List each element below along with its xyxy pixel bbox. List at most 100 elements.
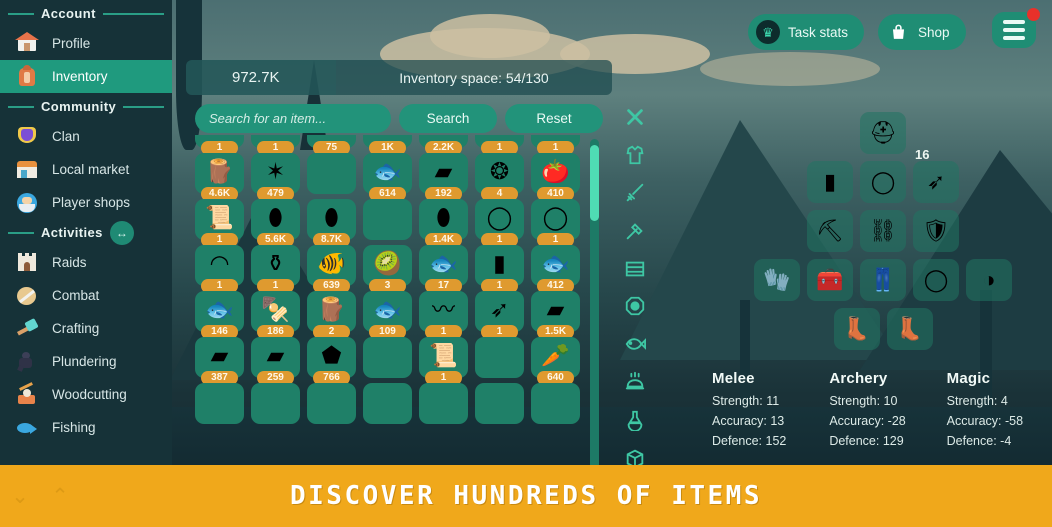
sidebar-item-inventory[interactable]: Inventory (0, 60, 172, 93)
equipment-panel[interactable]: ⛑ ▮ ◯ ➶ 16 ⛏ ⛓ 🛡 🧤 🧰 👖 ◯ ◑ 👢 👢 (728, 112, 1038, 350)
inventory-slot[interactable]: ◯ 1 (531, 199, 580, 247)
inventory-slot[interactable]: 1 (251, 135, 300, 155)
inventory-slot[interactable]: 〰 1 (419, 291, 468, 339)
inventory-scrollbar[interactable] (590, 139, 599, 469)
inventory-slot[interactable]: 1 (531, 135, 580, 155)
tool-belt-slot[interactable]: 🧰 (807, 259, 853, 301)
copper-ore-icon: ⬮ (268, 204, 283, 230)
task-stats-button[interactable]: ♛ Task stats (748, 14, 865, 50)
inventory-slot[interactable]: ⬟ 766 (307, 337, 356, 385)
inventory-slot[interactable]: ▰ 259 (251, 337, 300, 385)
fish-icon[interactable] (615, 327, 655, 362)
legs-slot[interactable]: 👖 (860, 259, 906, 301)
inventory-slot[interactable]: ▮ 1 (475, 245, 524, 293)
gloves-slot[interactable]: 🧤 (754, 259, 800, 301)
sidebar-item-raids[interactable]: Raids (0, 246, 172, 279)
inventory-slot[interactable]: 🥕 640 (531, 337, 580, 385)
inventory-slot[interactable]: ▰ 192 (419, 153, 468, 201)
inventory-slot[interactable]: 75 (307, 135, 356, 155)
cooked-food-icon[interactable] (615, 365, 655, 400)
potion-flask-icon[interactable] (615, 402, 655, 437)
inventory-slot[interactable]: ⬮ 5.6K (251, 199, 300, 247)
shop-button[interactable]: Shop (878, 14, 966, 50)
inventory-slot[interactable]: ⚱ 1 (251, 245, 300, 293)
inventory-slot-empty[interactable] (195, 383, 244, 424)
inventory-slot-empty[interactable] (531, 383, 580, 424)
sword-icon[interactable] (615, 176, 655, 211)
inventory-slot[interactable]: 🐟 614 (363, 153, 412, 201)
left-right-arrow-icon[interactable]: ↔ (109, 220, 134, 245)
inventory-slot[interactable]: ➶ 1 (475, 291, 524, 339)
inventory-slot[interactable]: 🐟 146 (195, 291, 244, 339)
shield-slot[interactable]: 🛡 (913, 210, 959, 252)
sidebar-item-woodcutting[interactable]: Woodcutting (0, 378, 172, 411)
weapon-slot[interactable]: ⛏ (807, 210, 853, 252)
sidebar-item-plundering[interactable]: Plundering (0, 345, 172, 378)
inventory-slot[interactable]: ⬮ 8.7K (307, 199, 356, 247)
raw-fish-icon: 🐟 (373, 158, 402, 184)
close-icon[interactable] (615, 100, 655, 135)
sidebar-item-combat[interactable]: Combat (0, 279, 172, 312)
inventory-slot[interactable]: ⬮ 1.4K (419, 199, 468, 247)
inventory-slot[interactable]: 🍢 186 (251, 291, 300, 339)
inventory-slot-empty[interactable] (419, 383, 468, 424)
hamburger-menu-icon[interactable] (992, 8, 1040, 48)
helmet-slot[interactable]: ⛑ (860, 112, 906, 154)
inventory-slot-empty[interactable] (307, 383, 356, 424)
hammer-icon[interactable] (615, 213, 655, 248)
inventory-grid[interactable]: 1 1 75 1K 2.2K 1 1 🪵 4.6K ✶ 479 🐟 614 ▰ 192 ❂ 4 🍅 410 📜 1 ⬮ 5.… (195, 135, 585, 473)
inventory-row: 🪵 4.6K ✶ 479 🐟 614 ▰ 192 ❂ 4 🍅 410 (195, 153, 585, 201)
inventory-slot[interactable]: 2.2K (419, 135, 468, 155)
sidebar-item-fishing[interactable]: Fishing (0, 411, 172, 444)
inventory-slot[interactable]: ❂ 4 (475, 153, 524, 201)
inventory-slot[interactable]: ◠ 1 (195, 245, 244, 293)
inventory-slot[interactable] (251, 383, 300, 424)
inventory-slot[interactable]: 🐟 17 (419, 245, 468, 293)
gem-icon[interactable] (615, 289, 655, 324)
inventory-slot[interactable]: 🥝 3 (363, 245, 412, 293)
sidebar-item-crafting[interactable]: Crafting (0, 312, 172, 345)
inventory-slot-empty[interactable] (475, 337, 524, 378)
inventory-slot[interactable]: 1 (195, 135, 244, 155)
sidebar-item-clan[interactable]: Clan (0, 120, 172, 153)
inventory-slot[interactable]: ◯ 1 (475, 199, 524, 247)
inventory-slot[interactable]: 📜 1 (419, 337, 468, 385)
necklace-slot[interactable]: ◯ (860, 161, 906, 203)
body-slot[interactable]: ⛓ (860, 210, 906, 252)
shirt-armor-icon[interactable] (615, 138, 655, 173)
inventory-slot[interactable]: 🪵 4.6K (195, 153, 244, 201)
inventory-slot[interactable]: 1 (475, 135, 524, 155)
plank-icon[interactable] (615, 251, 655, 286)
inventory-slot[interactable]: ▰ 1.5K (531, 291, 580, 339)
reset-button[interactable]: Reset (505, 104, 603, 133)
inventory-slot[interactable]: 🍅 410 (531, 153, 580, 201)
bracelet-slot[interactable]: ◑ (966, 259, 1012, 301)
inventory-slot-empty[interactable] (363, 337, 412, 378)
inventory-slot[interactable]: 🪵 2 (307, 291, 356, 339)
perch-fish-icon: 🐠 (317, 250, 346, 276)
sidebar-item-player-shops[interactable]: Player shops (0, 186, 172, 219)
sidebar-item-local-market[interactable]: Local market (0, 153, 172, 186)
sidebar-item-profile[interactable]: Profile (0, 27, 172, 60)
inventory-slot-empty[interactable] (475, 383, 524, 424)
inventory-slot-empty[interactable] (307, 153, 356, 194)
inventory-slot-empty[interactable] (363, 383, 412, 424)
inventory-slot[interactable]: ▰ 387 (195, 337, 244, 385)
search-input[interactable] (195, 104, 391, 133)
ring-slot[interactable]: ◯ (913, 259, 959, 301)
inventory-slot[interactable]: 🐟 109 (363, 291, 412, 339)
inventory-slot[interactable]: 🐠 639 (307, 245, 356, 293)
ammo-slot[interactable]: ➶ 16 (913, 147, 959, 203)
inventory-slot[interactable]: 🐟 412 (531, 245, 580, 293)
boots-slot[interactable]: 👢 (833, 308, 880, 350)
inventory-slot-empty[interactable] (363, 199, 412, 240)
search-button[interactable]: Search (399, 104, 497, 133)
scrollbar-thumb[interactable] (590, 145, 599, 221)
inventory-slot[interactable]: 📜 1 (195, 199, 244, 247)
inventory-slot[interactable]: 1K (363, 135, 412, 155)
divider (8, 105, 34, 108)
inventory-slot[interactable]: ✶ 479 (251, 153, 300, 201)
secondary-boots-slot[interactable]: 👢 (886, 308, 933, 350)
cape-slot[interactable]: ▮ (807, 161, 853, 203)
promo-banner[interactable]: ⌄ ⌃ DISCOVER HUNDREDS OF ITEMS (0, 465, 1052, 527)
